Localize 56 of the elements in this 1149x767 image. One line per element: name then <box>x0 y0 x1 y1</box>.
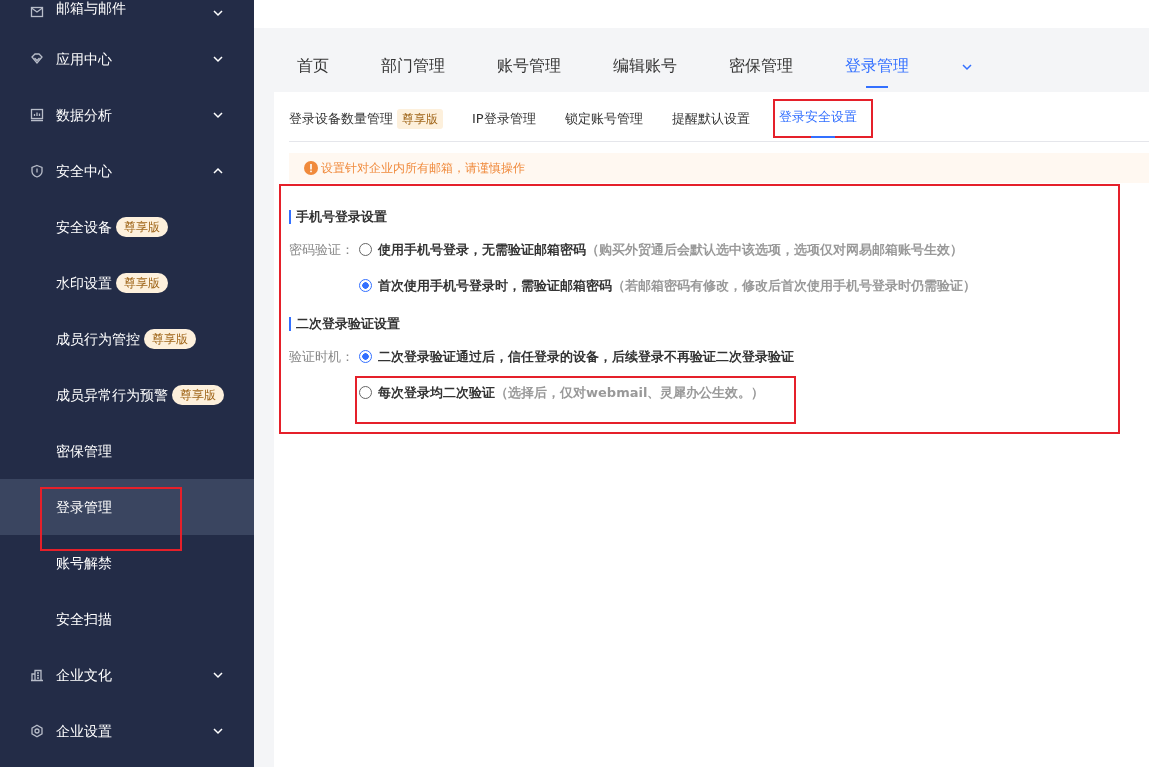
sub-tab[interactable]: 登录安全设置 <box>774 100 871 137</box>
radio-button[interactable] <box>359 243 372 257</box>
field-label: 密码验证： <box>289 241 355 259</box>
warning-icon <box>304 161 318 175</box>
nav-tab[interactable]: 部门管理 <box>381 46 445 88</box>
sidebar-item[interactable]: 安全设备 尊享版 <box>0 199 254 255</box>
field-label: 验证时机： <box>289 348 355 366</box>
chevron-down-icon[interactable] <box>961 61 973 73</box>
building-icon <box>30 668 44 682</box>
radio-option[interactable]: 首次使用手机号登录时，需验证邮箱密码（若邮箱密码有修改，修改后首次使用手机号登录时仍需验证） <box>359 275 976 295</box>
shield-icon <box>30 164 44 178</box>
premium-badge: 尊享版 <box>397 108 443 129</box>
chevron-icon <box>212 7 224 19</box>
sidebar-item[interactable]: 数据分析 <box>0 87 254 143</box>
settings-icon <box>30 724 44 738</box>
radio-option[interactable]: 每次登录均二次验证（选择后，仅对webmail、灵犀办公生效。） <box>357 377 795 422</box>
nav-tab[interactable]: 密保管理 <box>729 46 793 88</box>
premium-badge: 尊享版 <box>116 217 168 237</box>
sidebar-item[interactable]: 邮箱与邮件 <box>0 0 254 31</box>
sidebar-item[interactable]: 账号解禁 <box>0 535 254 591</box>
nav-tab[interactable]: 首页 <box>297 46 329 88</box>
sidebar-item[interactable]: 企业文化 <box>0 647 254 703</box>
radio-button[interactable] <box>359 385 372 399</box>
sidebar-item[interactable]: 安全扫描 <box>0 591 254 647</box>
sidebar-item[interactable]: 成员异常行为预警 尊享版 <box>0 367 254 423</box>
nav-tab[interactable]: 编辑账号 <box>613 46 677 88</box>
radio-option[interactable]: 二次登录验证通过后，信任登录的设备，后续登录不再验证二次登录验证 <box>359 347 794 367</box>
nav-tab[interactable]: 账号管理 <box>497 46 561 88</box>
radio-button[interactable] <box>359 350 372 364</box>
bar-chart-icon <box>30 108 44 122</box>
radio-option[interactable]: 使用手机号登录，无需验证邮箱密码（购买外贸通后会默认选中该选项，选项仅对网易邮箱账号生效） <box>359 240 963 260</box>
premium-badge: 尊享版 <box>116 273 168 293</box>
sub-tab[interactable]: 登录设备数量管理 尊享版 <box>289 92 443 141</box>
premium-badge: 尊享版 <box>172 385 224 405</box>
diamond-icon <box>30 52 44 66</box>
sub-tab[interactable]: 锁定账号管理 <box>564 92 643 141</box>
sidebar-item[interactable]: 应用中心 <box>0 31 254 87</box>
premium-badge: 尊享版 <box>144 329 196 349</box>
sidebar-item[interactable]: 密保管理 <box>0 423 254 479</box>
section-title: 手机号登录设置 <box>289 210 387 224</box>
chevron-icon <box>212 725 224 737</box>
section-title: 二次登录验证设置 <box>289 317 400 331</box>
sidebar-item[interactable]: 企业设置 <box>0 703 254 759</box>
chevron-icon <box>212 53 224 65</box>
sidebar-item[interactable]: 水印设置 尊享版 <box>0 255 254 311</box>
sidebar-item[interactable]: 成员行为管控 尊享版 <box>0 311 254 367</box>
chevron-icon <box>212 109 224 121</box>
sidebar-item[interactable]: 安全中心 <box>0 143 254 199</box>
radio-button[interactable] <box>359 278 372 292</box>
sub-tab[interactable]: IP登录管理 <box>472 92 536 141</box>
nav-tab[interactable]: 登录管理 <box>845 46 909 88</box>
envelope-icon <box>30 5 44 19</box>
sidebar-item[interactable]: 登录管理 <box>0 479 254 535</box>
sub-tab[interactable]: 提醒默认设置 <box>671 92 750 141</box>
chevron-icon <box>212 669 224 681</box>
alert-text: 设置针对企业内所有邮箱，请谨慎操作 <box>321 160 525 177</box>
